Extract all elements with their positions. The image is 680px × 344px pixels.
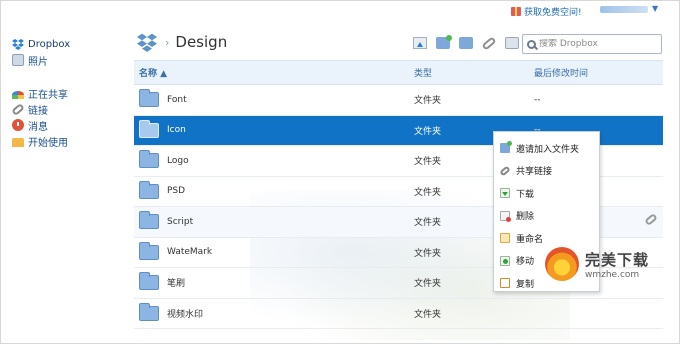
folder-icon (139, 241, 159, 260)
name-cell: PSD (134, 180, 414, 199)
menu-item-label: 下载 (516, 189, 535, 200)
type-cell: 文件夹 (414, 96, 442, 107)
search-box (522, 34, 662, 54)
get-free-space-label: 获取免费空间! (524, 8, 582, 18)
folder-name[interactable]: Font (167, 95, 187, 105)
search-input[interactable] (539, 39, 659, 49)
share-folder-icon[interactable] (459, 37, 473, 49)
sidebar-item-label: 正在共享 (28, 89, 68, 101)
link-icon[interactable] (481, 36, 497, 51)
move-icon (500, 255, 510, 266)
breadcrumb: › Design (135, 32, 227, 52)
folder-name[interactable]: 视频水印 (167, 307, 203, 320)
menu-item-share-link[interactable]: 共享链接 (494, 160, 599, 183)
table-row[interactable]: Font 文件夹 -- (134, 85, 663, 116)
breadcrumb-separator: › (165, 35, 170, 49)
sidebar-item-label: 开始使用 (28, 137, 68, 149)
sidebar-item-label: 消息 (28, 121, 48, 133)
folder-name[interactable]: 笔刷 (167, 276, 185, 289)
get-free-space-link[interactable]: 获取免费空间! (511, 5, 582, 18)
folder-icon (139, 150, 159, 169)
sidebar-item-label: 链接 (28, 105, 48, 117)
sidebar-item-label: 照片 (28, 56, 48, 68)
folder-name[interactable]: Logo (167, 156, 189, 166)
cake-icon (12, 138, 24, 147)
dropbox-icon (12, 39, 24, 50)
watermark-text: 完美下载 wmzhe.com (585, 249, 649, 280)
flame-logo-icon (545, 247, 579, 281)
type-cell: 文件夹 (414, 309, 442, 320)
column-header-type[interactable]: 类型 (414, 66, 534, 79)
menu-item-invite-to-folder[interactable]: 邀请加入文件夹 (494, 137, 599, 160)
sidebar-item-sharing[interactable]: 正在共享 (12, 85, 122, 101)
watermark-site: wmzhe.com (585, 269, 640, 280)
delete-icon (500, 210, 511, 222)
site-watermark: 完美下载 wmzhe.com (545, 247, 649, 281)
folder-name[interactable]: WateMark (167, 247, 212, 257)
folder-name[interactable]: PSD (167, 186, 185, 196)
menu-item-label: 共享链接 (516, 167, 553, 178)
paperclip-icon[interactable] (644, 212, 658, 227)
link-icon (11, 102, 25, 116)
sidebar: Dropbox 照片 正在共享 链接 消息 开始使用 (11, 36, 122, 149)
name-cell: Icon (134, 119, 414, 138)
folder-icon (139, 272, 159, 291)
name-cell: Logo (134, 150, 414, 169)
name-cell: 视频水印 (134, 302, 414, 321)
sidebar-item-photos[interactable]: 照片 (12, 52, 122, 68)
new-folder-icon[interactable] (436, 35, 452, 49)
folder-icon (139, 302, 159, 321)
folder-icon (139, 89, 159, 108)
name-cell: 笔刷 (134, 272, 414, 291)
menu-item-label: 复制 (516, 279, 535, 290)
copy-icon (500, 278, 510, 289)
photo-icon (12, 54, 24, 66)
history-icon[interactable] (505, 37, 519, 49)
user-account-name[interactable] (600, 6, 648, 13)
folder-icon (139, 119, 159, 138)
search-icon (527, 39, 536, 49)
column-header-modified[interactable]: 最后修改时间 (534, 66, 663, 79)
modified-cell: -- (534, 94, 541, 105)
folder-name[interactable]: Icon (167, 125, 186, 135)
folder-name[interactable]: Script (167, 217, 193, 227)
folder-icon (139, 211, 159, 230)
folder-icon (139, 180, 159, 199)
invite-folder-icon (500, 141, 512, 154)
sidebar-item-get-started[interactable]: 开始使用 (12, 133, 122, 149)
menu-item-label: 邀请加入文件夹 (516, 144, 580, 155)
upload-icon[interactable] (413, 37, 427, 49)
column-header-name[interactable]: 名称 ▲ (134, 66, 414, 79)
link-icon (499, 165, 511, 177)
name-cell: WateMark (134, 241, 414, 260)
dropbox-icon[interactable] (135, 32, 159, 52)
sidebar-item-dropbox[interactable]: Dropbox (12, 36, 122, 52)
alert-icon (12, 119, 24, 131)
page-title: Design (175, 33, 228, 51)
sidebar-item-links[interactable]: 链接 (11, 101, 122, 117)
table-header: 名称 ▲ 类型 最后修改时间 (134, 60, 663, 85)
rename-icon (500, 233, 510, 244)
menu-item-label: 移动 (516, 257, 535, 268)
rainbow-icon (12, 91, 24, 99)
menu-item-download[interactable]: 下载 (494, 182, 599, 205)
sidebar-item-label: Dropbox (28, 38, 71, 50)
name-cell: Font (134, 89, 414, 108)
menu-item-label: 重命名 (516, 234, 544, 245)
table-row[interactable]: 视频水印 文件夹 (134, 299, 663, 329)
menu-item-label: 删除 (516, 212, 535, 223)
toolbar (413, 35, 519, 51)
menu-item-delete[interactable]: 删除 (494, 205, 599, 228)
name-cell: Script (134, 211, 414, 230)
chevron-down-icon[interactable]: ▼ (652, 4, 658, 13)
gift-icon (511, 7, 521, 16)
download-icon (500, 188, 510, 199)
sidebar-item-messages[interactable]: 消息 (12, 117, 122, 133)
watermark-title: 完美下载 (585, 250, 650, 269)
